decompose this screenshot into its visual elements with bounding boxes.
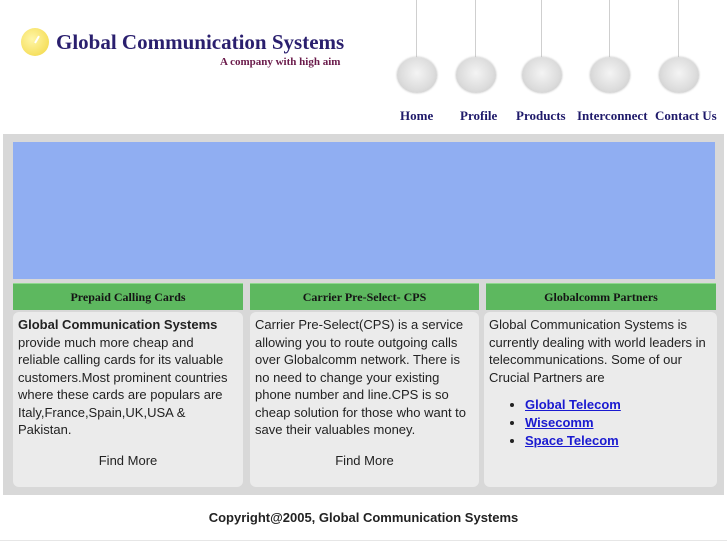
nav-ball-profile[interactable] <box>456 57 496 93</box>
nav-string <box>416 0 417 58</box>
nav-ball-interconnect[interactable] <box>590 57 630 93</box>
cps-heading-text: Carrier Pre-Select- CPS <box>302 289 427 304</box>
cps-find-more-link[interactable]: Find More <box>250 452 479 470</box>
partners-text: Global Communication Systems is currentl… <box>489 317 706 385</box>
prepaid-find-more-link[interactable]: Find More <box>13 452 243 470</box>
cps-panel: Carrier Pre-Select(CPS) is a service all… <box>250 312 479 487</box>
nav-ball-products[interactable] <box>522 57 562 93</box>
partners-list: Global Telecom Wisecomm Space Telecom <box>489 396 712 450</box>
nav-string <box>541 0 542 58</box>
nav-products-link[interactable]: Products <box>516 108 566 124</box>
list-item: Space Telecom <box>525 432 712 450</box>
partner-link-wisecomm[interactable]: Wisecomm <box>525 415 594 430</box>
cps-text: Carrier Pre-Select(CPS) is a service all… <box>255 317 467 437</box>
copyright: Copyright@2005, Global Communication Sys… <box>208 510 519 525</box>
prepaid-heading-text: Prepaid Calling Cards <box>70 289 186 304</box>
nav-profile-link[interactable]: Profile <box>460 108 497 124</box>
logo-clock-icon <box>21 28 49 56</box>
partners-panel: Global Communication Systems is currentl… <box>484 312 717 487</box>
nav-string <box>609 0 610 58</box>
nav-home-link[interactable]: Home <box>400 108 433 124</box>
partner-link-space-telecom[interactable]: Space Telecom <box>525 433 619 448</box>
cps-heading: Carrier Pre-Select- CPS <box>250 283 479 310</box>
nav-contact-link[interactable]: Contact Us <box>655 108 717 124</box>
partners-heading: Globalcomm Partners <box>486 283 716 310</box>
nav-interconnect-link[interactable]: Interconnect <box>577 108 648 124</box>
prepaid-lead: Global Communication Systems <box>18 317 218 332</box>
divider <box>0 540 727 541</box>
list-item: Wisecomm <box>525 414 712 432</box>
nav-ball-contact[interactable] <box>659 57 699 93</box>
nav-string <box>475 0 476 58</box>
prepaid-heading: Prepaid Calling Cards <box>13 283 243 310</box>
prepaid-panel: Global Communication Systems provide muc… <box>13 312 243 487</box>
nav-string <box>678 0 679 58</box>
company-name: Global Communication Systems <box>56 30 345 54</box>
banner <box>13 142 715 279</box>
partner-link-global-telecom[interactable]: Global Telecom <box>525 397 621 412</box>
prepaid-text: provide much more cheap and reliable cal… <box>18 334 228 438</box>
nav-ball-home[interactable] <box>397 57 437 93</box>
tagline: A company with high aim <box>220 56 341 68</box>
list-item: Global Telecom <box>525 396 712 414</box>
partners-heading-text: Globalcomm Partners <box>544 289 658 304</box>
